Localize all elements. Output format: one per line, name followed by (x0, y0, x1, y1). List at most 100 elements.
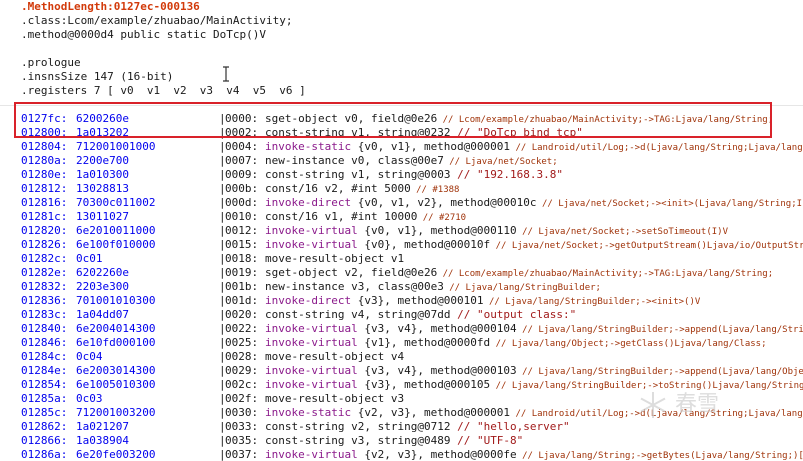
reference-comment: // Ljava/net/Socket;-><init>(Ljava/lang/… (536, 199, 803, 209)
instruction-row[interactable]: 01282c: 0c01 | 0018: move-result-object v1 (0, 252, 803, 266)
instruction-row[interactable]: 01284c: 0c04 | 0028: move-result-object v4 (0, 350, 803, 364)
instruction-address: 012826: (21, 238, 68, 251)
opcode: invoke-virtual (265, 364, 358, 377)
reference-comment: // Ljava/lang/StringBuilder;->append(Lja… (522, 367, 803, 377)
highlight-box (14, 102, 772, 138)
instruction-offset: 0018: (225, 252, 259, 265)
opcode: const-string (265, 308, 345, 321)
instruction-bytes: 2200e700 (76, 154, 129, 167)
instruction-text: move-result-object v4 (265, 350, 404, 364)
instruction-row[interactable]: 012832: 2203e300 | 001b: new-instance v3, cl… (0, 280, 803, 294)
instruction-bytes: 6202260e (76, 266, 129, 279)
instruction-address: 012862: (21, 420, 68, 433)
instruction-offset: 0020: (225, 308, 259, 321)
opcode: move-result-object (265, 392, 385, 405)
instruction-text: invoke-virtual {v3, v4}, method@000103 /… (265, 364, 803, 378)
prologue-line: .prologue (21, 56, 81, 69)
instruction-offset: 0012: (225, 224, 259, 237)
instruction-offset: 0025: (225, 336, 259, 349)
operands: v4 (384, 350, 405, 363)
watermark-logo: 春雪 (638, 386, 798, 426)
instruction-row[interactable]: 012820: 6e2010011000 | 0012: invoke-virtual … (0, 224, 803, 238)
opcode: invoke-direct (265, 196, 352, 209)
instruction-row[interactable]: 01282e: 6202260e | 0019: sget-object v2, fie… (0, 266, 803, 280)
operands: v4, string@07dd (344, 308, 451, 321)
instruction-row[interactable]: 012816: 70300c011002 | 000d: invoke-direct {… (0, 196, 803, 210)
operands: {v2, v3}, method@000001 (351, 406, 511, 419)
operands: v2, string@0712 (344, 420, 451, 433)
instruction-bytes: 6e20fe003200 (76, 448, 156, 461)
operands: v1 (384, 252, 405, 265)
reference-comment: // Lcom/example/zhuabao/MainActivity;->T… (437, 269, 774, 279)
instruction-bytes: 6e1005010300 (76, 378, 156, 391)
operands: v0, class@00e7 (344, 154, 444, 167)
instruction-row[interactable]: 012866: 1a038904 | 0035: const-string v3, st… (0, 434, 803, 448)
operands: {v1}, method@0000fd (357, 336, 491, 349)
instruction-text: invoke-virtual {v1}, method@0000fd // Lj… (265, 336, 767, 350)
instruction-bytes: 6e2003014300 (76, 364, 156, 377)
instruction-text: invoke-virtual {v0, v1}, method@000110 /… (265, 224, 728, 238)
instruction-row[interactable]: 01281c: 13011027 | 0010: const/16 v1, #int 1… (0, 210, 803, 224)
instruction-address: 012836: (21, 294, 68, 307)
operands: {v2, v3}, method@0000fe (357, 448, 517, 461)
reference-comment: // Ljava/lang/StringBuilder;-><init>()V (483, 297, 701, 307)
operands: {v0, v1}, method@000001 (351, 140, 511, 153)
instruction-row[interactable]: 01284e: 6e2003014300 | 0029: invoke-virtual … (0, 364, 803, 378)
instruction-text: const/16 v1, #int 10000 // #2710 (265, 210, 466, 224)
instruction-address: 01282c: (21, 252, 68, 265)
instruction-address: 01284c: (21, 350, 68, 363)
instruction-row[interactable]: 012836: 701001010300 | 001d: invoke-direct {… (0, 294, 803, 308)
operands: {v3}, method@000105 (357, 378, 491, 391)
instruction-address: 012804: (21, 140, 68, 153)
method-signature-line: .method@0000d4 public static DoTcp()V (21, 28, 267, 41)
instruction-offset: 0007: (225, 154, 259, 167)
instruction-row[interactable]: 01286a: 6e20fe003200 | 0037: invoke-virtual … (0, 448, 803, 461)
operands: {v0, v1}, method@000110 (357, 224, 517, 237)
instruction-address: 012866: (21, 434, 68, 447)
reference-comment: // Ljava/net/Socket;->getOutputStream()L… (490, 241, 803, 251)
reference-comment: // #1388 (410, 185, 460, 195)
instruction-text: invoke-direct {v3}, method@000101 // Lja… (265, 294, 700, 308)
instruction-address: 01280a: (21, 154, 68, 167)
instruction-offset: 0015: (225, 238, 259, 251)
operands: v3, string@0489 (344, 434, 451, 447)
opcode: invoke-static (265, 406, 352, 419)
class-line: .class:Lcom/example/zhuabao/MainActivity… (21, 14, 293, 27)
instruction-bytes: 70300c011002 (76, 196, 156, 209)
instruction-row[interactable]: 012812: 13028813 | 000b: const/16 v2, #int 5… (0, 182, 803, 196)
operands: {v3, v4}, method@000104 (357, 322, 517, 335)
operands: {v3}, method@000101 (351, 294, 484, 307)
instruction-address: 01285c: (21, 406, 68, 419)
instruction-offset: 000b: (225, 182, 259, 195)
instruction-offset: 0004: (225, 140, 259, 153)
instruction-row[interactable]: 012840: 6e2004014300 | 0022: invoke-virtual … (0, 322, 803, 336)
opcode: invoke-virtual (265, 448, 358, 461)
instruction-row[interactable]: 01280a: 2200e700 | 0007: new-instance v0, cl… (0, 154, 803, 168)
string-literal-comment: // "hello,server" (450, 420, 570, 433)
instruction-text: invoke-virtual {v2, v3}, method@0000fe /… (265, 448, 803, 461)
instruction-offset: 0019: (225, 266, 259, 279)
instruction-offset: 0028: (225, 350, 259, 363)
string-literal-comment: // "192.168.3.8" (450, 168, 564, 181)
instruction-row[interactable]: 012826: 6e100f010000 | 0015: invoke-virtual … (0, 238, 803, 252)
instruction-text: const/16 v2, #int 5000 // #1388 (265, 182, 459, 196)
snowflake-icon (640, 392, 666, 418)
instruction-bytes: 6e100f010000 (76, 238, 156, 251)
string-literal-comment: // "output class:" (450, 308, 577, 321)
reference-comment: // Ljava/lang/Object;->getClass()Ljava/l… (490, 339, 767, 349)
instruction-text: const-string v4, string@07dd // "output … (265, 308, 576, 322)
instruction-offset: 0037: (225, 448, 259, 461)
instruction-offset: 0035: (225, 434, 259, 447)
instruction-row[interactable]: 012846: 6e10fd000100 | 0025: invoke-virtual … (0, 336, 803, 350)
instruction-offset: 001b: (225, 280, 259, 293)
instruction-text: move-result-object v3 (265, 392, 404, 406)
instruction-row[interactable]: 01280e: 1a010300 | 0009: const-string v1, st… (0, 168, 803, 182)
instruction-row[interactable]: 01283c: 1a04dd07 | 0020: const-string v4, st… (0, 308, 803, 322)
opcode: invoke-virtual (265, 322, 358, 335)
instruction-bytes: 13028813 (76, 182, 129, 195)
instruction-row[interactable]: 012804: 712001001000 | 0004: invoke-static {… (0, 140, 803, 154)
method-length-line: .MethodLength:0127ec-000136 (21, 0, 200, 13)
instruction-bytes: 2203e300 (76, 280, 129, 293)
operands: v3, class@00e3 (344, 280, 444, 293)
instruction-text: sget-object v2, field@0e26 // Lcom/examp… (265, 266, 773, 280)
